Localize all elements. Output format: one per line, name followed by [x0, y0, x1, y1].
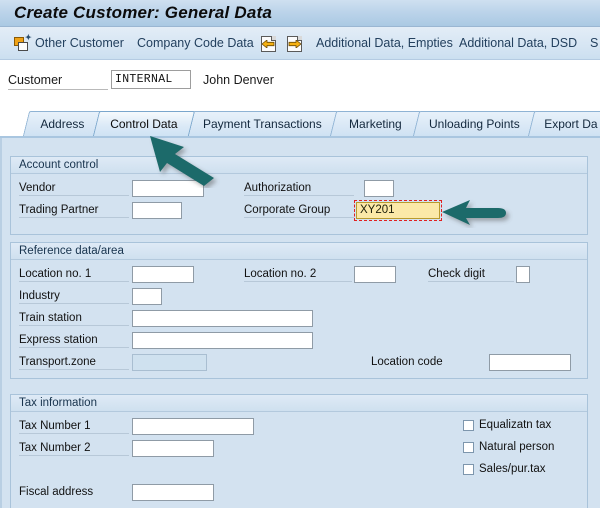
group-account-control-title: Account control [19, 159, 98, 171]
toolbar-button-additional-data-empties[interactable]: Additional Data, Empties [314, 27, 455, 60]
tab-payment-transactions[interactable]: Payment Transactions [187, 111, 338, 136]
tax-number-2-input[interactable] [132, 440, 214, 457]
tab-strip: Address Control Data Payment Transaction… [0, 105, 600, 138]
express-station-input[interactable] [132, 332, 313, 349]
tax-number-1-input[interactable] [132, 418, 254, 435]
checkbox-natural-person[interactable]: Natural person [463, 441, 554, 453]
tab-content-control-data: Account control Vendor Trading Partner A… [0, 138, 600, 508]
tab-unloading-points-label: Unloading Points [417, 112, 532, 136]
check-digit-input[interactable] [516, 266, 530, 283]
fiscal-address-input[interactable] [132, 484, 214, 501]
tab-address[interactable]: Address [23, 111, 102, 136]
tax-number-1-label: Tax Number 1 [19, 420, 129, 434]
location-code-input[interactable] [489, 354, 571, 371]
corporate-group-label: Corporate Group [244, 204, 354, 218]
train-station-label: Train station [19, 312, 129, 326]
tab-marketing-label: Marketing [334, 112, 417, 136]
location-no-2-input[interactable] [354, 266, 396, 283]
checkbox-sales-pur-tax-label: Sales/pur.tax [479, 463, 545, 475]
tax-number-2-label: Tax Number 2 [19, 442, 129, 456]
toolbar-button-additional-data-empties-label: Additional Data, Empties [316, 37, 453, 50]
tab-unloading-points[interactable]: Unloading Points [413, 111, 536, 136]
group-tax-information-header: Tax information [11, 395, 587, 412]
vendor-label: Vendor [19, 182, 129, 196]
checkbox-equalizatn-tax[interactable]: Equalizatn tax [463, 419, 551, 431]
toolbar-button-company-code-data-label: Company Code Data [137, 37, 254, 50]
toolbar-button-other-customer[interactable]: ✦ Other Customer [12, 27, 126, 60]
authorization-input[interactable] [364, 180, 394, 197]
sap-create-customer-screen: Create Customer: General Data ✦ Other Cu… [0, 0, 600, 508]
location-no-2-label: Location no. 2 [244, 268, 352, 282]
toolbar-button-additional-data-dsd-label: Additional Data, DSD [459, 37, 577, 50]
tab-export-data[interactable]: Export Da [528, 111, 600, 136]
transport-zone-label: Transport.zone [19, 356, 129, 370]
customer-name-text: John Denver [203, 73, 274, 87]
group-reference-data-area-header: Reference data/area [11, 243, 587, 260]
tab-export-data-label: Export Da [532, 112, 600, 136]
customer-label: Customer [8, 73, 108, 90]
other-customer-icon: ✦ [14, 36, 31, 52]
train-station-input[interactable] [132, 310, 313, 327]
toolbar-button-additional-data-dsd[interactable]: Additional Data, DSD [457, 27, 579, 60]
tab-control-data-label: Control Data [97, 112, 191, 136]
toolbar-button-other-customer-label: Other Customer [35, 37, 124, 50]
trading-partner-input[interactable] [132, 202, 182, 219]
location-no-1-label: Location no. 1 [19, 268, 129, 282]
industry-label: Industry [19, 290, 129, 304]
group-reference-data-area-title: Reference data/area [19, 245, 124, 257]
group-account-control-header: Account control [11, 157, 587, 174]
toolbar-button-company-code-data[interactable]: Company Code Data [135, 27, 256, 60]
toolbar-button-truncated[interactable]: S [588, 27, 600, 60]
group-account-control: Account control Vendor Trading Partner A… [10, 156, 588, 235]
group-tax-information-title: Tax information [19, 397, 97, 409]
next-document-icon [287, 36, 302, 52]
toolbar-button-next-document[interactable] [285, 27, 304, 60]
checkbox-natural-person-box[interactable] [463, 442, 474, 453]
checkbox-sales-pur-tax[interactable]: Sales/pur.tax [463, 463, 545, 475]
trading-partner-label: Trading Partner [19, 204, 129, 218]
toolbar-button-previous-document[interactable] [259, 27, 278, 60]
tab-control-data[interactable]: Control Data [93, 111, 195, 136]
checkbox-natural-person-label: Natural person [479, 441, 554, 453]
checkbox-sales-pur-tax-box[interactable] [463, 464, 474, 475]
checkbox-equalizatn-tax-box[interactable] [463, 420, 474, 431]
page-title: Create Customer: General Data [14, 3, 272, 23]
window-title-bar: Create Customer: General Data [0, 0, 600, 27]
customer-header-row: Customer INTERNAL John Denver [0, 60, 600, 105]
check-digit-label: Check digit [428, 268, 514, 282]
tab-address-label: Address [27, 112, 98, 136]
group-tax-information: Tax information Tax Number 1 Tax Number … [10, 394, 588, 508]
location-code-label: Location code [371, 356, 481, 369]
toolbar-button-truncated-label: S [590, 37, 598, 50]
customer-number-input[interactable]: INTERNAL [111, 70, 191, 89]
group-reference-data-area: Reference data/area Location no. 1 Locat… [10, 242, 588, 379]
location-no-1-input[interactable] [132, 266, 194, 283]
corporate-group-input[interactable]: XY201 [356, 202, 440, 219]
checkbox-equalizatn-tax-label: Equalizatn tax [479, 419, 551, 431]
application-toolbar: ✦ Other Customer Company Code Data [0, 27, 600, 60]
authorization-label: Authorization [244, 182, 354, 196]
fiscal-address-label: Fiscal address [19, 486, 129, 499]
previous-document-icon [261, 36, 276, 52]
tab-marketing[interactable]: Marketing [330, 111, 421, 136]
express-station-label: Express station [19, 334, 129, 348]
vendor-input[interactable] [132, 180, 204, 197]
industry-input[interactable] [132, 288, 162, 305]
transport-zone-input [132, 354, 207, 371]
tab-payment-transactions-label: Payment Transactions [191, 112, 334, 136]
